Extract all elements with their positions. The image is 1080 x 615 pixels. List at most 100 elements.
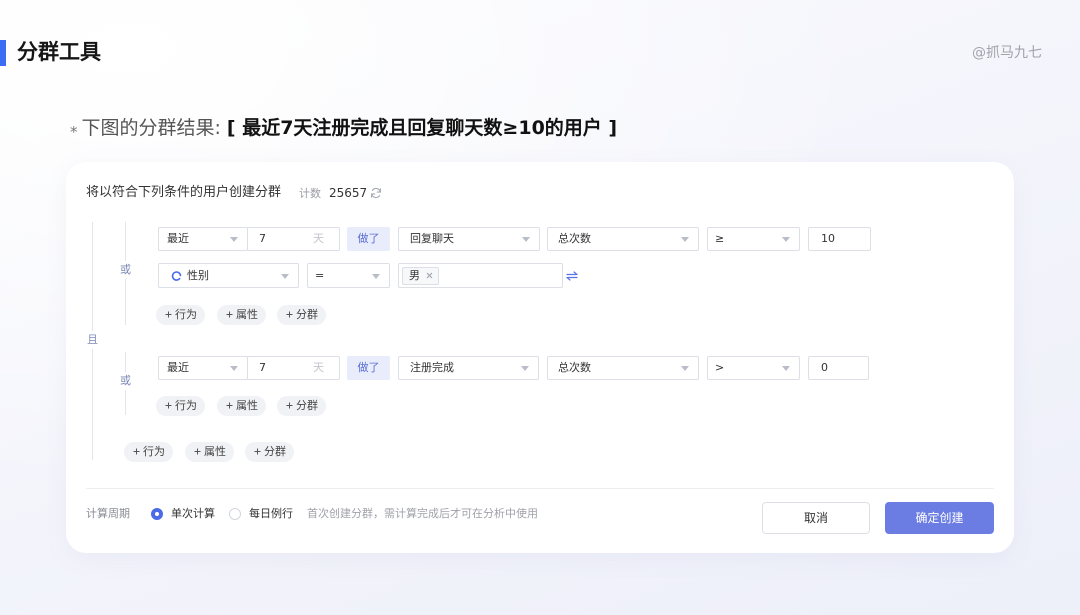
group-1-add-event-button[interactable]: 行为 bbox=[156, 305, 205, 325]
group-2-metric-select[interactable]: 总次数 bbox=[547, 356, 699, 380]
plus-icon bbox=[133, 448, 140, 455]
days-value: 7 bbox=[259, 232, 266, 245]
days-value: 7 bbox=[259, 361, 266, 374]
group-1-property-value-input[interactable]: 男 bbox=[398, 263, 563, 288]
footer-divider bbox=[86, 488, 994, 489]
days-unit: 天 bbox=[313, 361, 324, 374]
plus-icon bbox=[286, 402, 293, 409]
operator-value: > bbox=[715, 361, 725, 374]
builder-heading: 将以符合下列条件的用户创建分群 bbox=[86, 185, 282, 200]
plus-icon bbox=[286, 311, 293, 318]
caret-down-icon bbox=[281, 274, 289, 279]
group-1-add-property-button[interactable]: 属性 bbox=[217, 305, 266, 325]
add-property-group-button[interactable]: 属性 bbox=[185, 442, 234, 462]
group-2-threshold-input[interactable]: 0 bbox=[808, 356, 869, 380]
add-button-label: 行为 bbox=[175, 308, 197, 321]
threshold-value: 10 bbox=[821, 232, 835, 245]
plus-icon bbox=[165, 311, 172, 318]
period-option-label: 每日例行 bbox=[249, 507, 293, 520]
close-icon[interactable] bbox=[426, 272, 433, 279]
group-1-event-select[interactable]: 回复聊天 bbox=[398, 227, 540, 251]
time-range-value: 最近 bbox=[167, 361, 189, 374]
radio-button[interactable] bbox=[151, 508, 163, 520]
caret-down-icon bbox=[681, 237, 689, 242]
value-tag-label: 男 bbox=[409, 269, 420, 282]
author-watermark: @抓马九七 bbox=[972, 45, 1042, 61]
group-2-time-range-select[interactable]: 最近 bbox=[158, 356, 248, 380]
add-event-group-button[interactable]: 行为 bbox=[124, 442, 173, 462]
add-button-label: 分群 bbox=[296, 308, 318, 321]
plus-icon bbox=[165, 402, 172, 409]
period-option-single[interactable]: 单次计算 bbox=[151, 507, 221, 521]
value-tag: 男 bbox=[402, 267, 439, 285]
caret-down-icon bbox=[230, 366, 238, 371]
add-button-label: 属性 bbox=[236, 308, 258, 321]
subtitle: * 下图的分群结果:[ 最近7天注册完成且回复聊天数≥10的用户 ] bbox=[70, 113, 617, 144]
count-value: 25657 bbox=[329, 186, 368, 200]
group-1-property-select[interactable]: 性别 bbox=[158, 263, 299, 288]
caret-down-icon bbox=[782, 237, 790, 242]
group-2-event-select[interactable]: 注册完成 bbox=[398, 356, 539, 380]
threshold-value: 0 bbox=[821, 361, 828, 374]
add-segment-group-button[interactable]: 分群 bbox=[245, 442, 294, 462]
plus-icon bbox=[194, 448, 201, 455]
period-option-label: 单次计算 bbox=[171, 507, 215, 520]
subtitle-marker: * bbox=[70, 123, 78, 141]
subtitle-label: 下图的分群结果: bbox=[81, 117, 221, 139]
period-option-daily[interactable]: 每日例行 bbox=[229, 507, 299, 521]
add-button-label: 属性 bbox=[236, 399, 258, 412]
operator-value: ≥ bbox=[715, 232, 725, 245]
refresh-icon[interactable] bbox=[370, 187, 382, 199]
group-2-operator-select[interactable]: > bbox=[707, 356, 800, 380]
radio-button[interactable] bbox=[229, 508, 241, 520]
swap-icon[interactable] bbox=[566, 271, 578, 281]
page-title: 分群工具 bbox=[17, 40, 101, 64]
segment-builder-card: 将以符合下列条件的用户创建分群 计数 25657 且 或 最近 7 天 做了 回… bbox=[66, 162, 1014, 553]
days-unit: 天 bbox=[313, 232, 324, 245]
group-1-add-segment-button[interactable]: 分群 bbox=[277, 305, 326, 325]
property-operator-value: = bbox=[315, 269, 325, 282]
group-1-property-operator-select[interactable]: = bbox=[307, 263, 390, 288]
slide-page: 分群工具 @抓马九七 * 下图的分群结果:[ 最近7天注册完成且回复聊天数≥10的… bbox=[0, 0, 1080, 615]
group-1-or-join-label[interactable]: 或 bbox=[117, 261, 134, 279]
group-2-days-input[interactable]: 7 天 bbox=[247, 356, 340, 380]
title-accent-bar bbox=[0, 40, 6, 66]
group-1-days-input[interactable]: 7 天 bbox=[247, 227, 340, 251]
metric-value: 总次数 bbox=[558, 361, 591, 374]
event-value: 注册完成 bbox=[410, 361, 454, 374]
group-1-operator-select[interactable]: ≥ bbox=[707, 227, 800, 251]
time-range-value: 最近 bbox=[167, 232, 189, 245]
caret-down-icon bbox=[372, 274, 380, 279]
caret-down-icon bbox=[521, 366, 529, 371]
group-1-threshold-input[interactable]: 10 bbox=[808, 227, 871, 251]
plus-icon bbox=[226, 311, 233, 318]
cancel-button[interactable]: 取消 bbox=[762, 502, 870, 534]
add-button-label: 行为 bbox=[175, 399, 197, 412]
group-1-metric-select[interactable]: 总次数 bbox=[547, 227, 699, 251]
count-label: 计数 bbox=[299, 187, 321, 200]
add-button-label: 行为 bbox=[143, 445, 165, 458]
group-2-add-property-button[interactable]: 属性 bbox=[217, 396, 266, 416]
group-2-action-tag[interactable]: 做了 bbox=[347, 356, 390, 380]
plus-icon bbox=[254, 448, 261, 455]
add-button-label: 分群 bbox=[264, 445, 286, 458]
event-value: 回复聊天 bbox=[410, 232, 454, 245]
period-hint: 首次创建分群，需计算完成后才可在分析中使用 bbox=[307, 507, 538, 520]
subtitle-result: [ 最近7天注册完成且回复聊天数≥10的用户 ] bbox=[226, 117, 618, 139]
group-2-add-event-button[interactable]: 行为 bbox=[156, 396, 205, 416]
group-2-or-join-label[interactable]: 或 bbox=[117, 372, 134, 390]
caret-down-icon bbox=[782, 366, 790, 371]
period-label: 计算周期 bbox=[86, 507, 130, 520]
plus-icon bbox=[226, 402, 233, 409]
add-button-label: 属性 bbox=[204, 445, 226, 458]
group-2-add-segment-button[interactable]: 分群 bbox=[277, 396, 326, 416]
property-value: 性别 bbox=[187, 269, 209, 282]
group-1-action-tag[interactable]: 做了 bbox=[347, 227, 390, 251]
property-icon bbox=[171, 270, 182, 281]
add-button-label: 分群 bbox=[296, 399, 318, 412]
confirm-create-button[interactable]: 确定创建 bbox=[885, 502, 994, 534]
caret-down-icon bbox=[230, 237, 238, 242]
caret-down-icon bbox=[681, 366, 689, 371]
and-join-label[interactable]: 且 bbox=[84, 331, 101, 349]
group-1-time-range-select[interactable]: 最近 bbox=[158, 227, 248, 251]
